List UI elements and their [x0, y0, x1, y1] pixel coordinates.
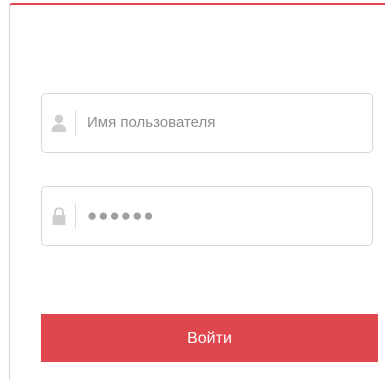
- password-masked-value: ●●●●●●: [87, 206, 155, 225]
- lock-icon: [51, 207, 67, 225]
- username-placeholder: Имя пользователя: [87, 114, 216, 131]
- username-field[interactable]: Имя пользователя: [41, 93, 373, 153]
- login-viewport: Имя пользователя ●●●●●● Войти: [0, 0, 385, 380]
- login-card: Имя пользователя ●●●●●● Войти: [9, 3, 385, 380]
- username-divider: [75, 110, 76, 136]
- login-button[interactable]: Войти: [41, 314, 378, 362]
- user-icon: [51, 114, 67, 132]
- password-field[interactable]: ●●●●●●: [41, 186, 373, 246]
- password-divider: [75, 203, 76, 229]
